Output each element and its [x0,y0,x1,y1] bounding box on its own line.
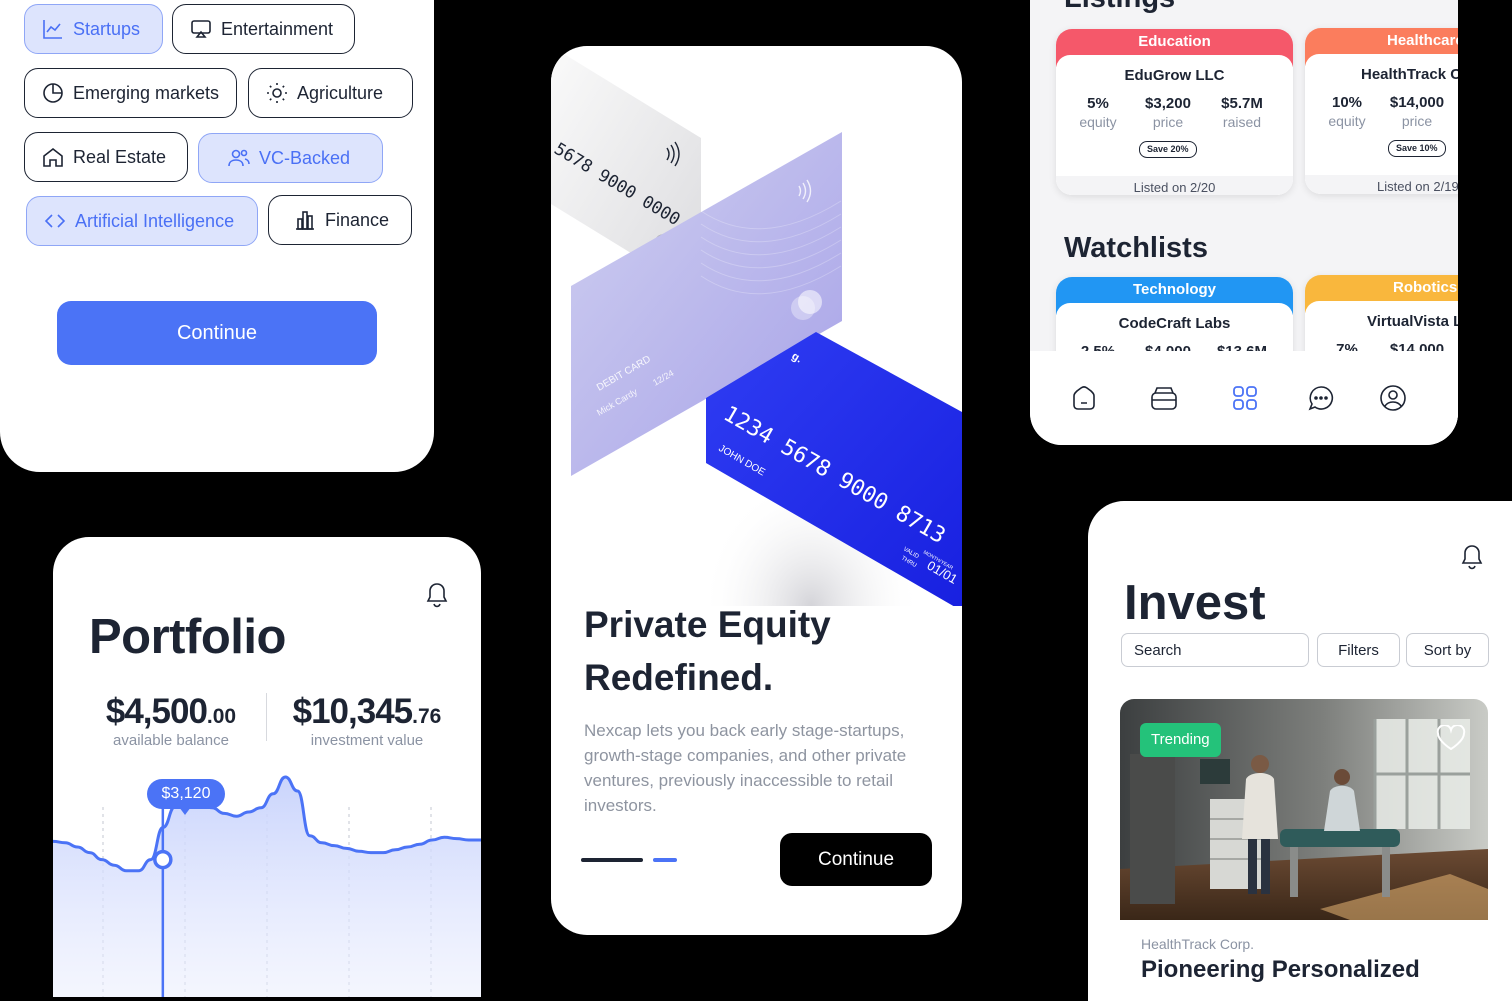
heart-icon[interactable] [1436,725,1466,751]
onboarding-card: 5678 9000 0000 DEBIT CARD Mick Cardy 12/… [551,46,962,935]
raised-label: raised [1222,114,1262,130]
chart-highlight-point[interactable] [153,849,173,870]
watchlists-heading: Watchlists [1064,232,1208,264]
company-name: CodeCraft Labs [1118,315,1231,332]
listed-date: Listed on 2/20 [1056,176,1293,195]
balance-cents: .00 [206,705,237,728]
users-icon [228,149,250,167]
home-icon [43,147,63,167]
raised-value: $5.7M [1221,95,1263,112]
chip-artificial-intelligence[interactable]: Artificial Intelligence [26,196,258,246]
home-icon[interactable] [1071,384,1097,412]
chip-label: Finance [325,209,390,230]
pie-chart-icon [43,83,63,103]
portfolio-card: Portfolio $4,500.00 available balance $1… [53,537,481,997]
continue-button[interactable]: Continue [780,833,932,886]
listings-heading: Listings [1064,0,1175,15]
save-badge: Save 10% [1388,140,1446,157]
chart-tooltip: $3,120 [147,779,225,809]
equity-value: 5% [1087,95,1109,112]
chip-label: Emerging markets [73,82,220,103]
chip-emerging-markets[interactable]: Emerging markets [24,68,237,118]
page-title: Invest [1124,576,1266,630]
sun-icon [267,83,287,103]
company-name: HealthTrack Corp. [1141,936,1255,952]
equity-label: equity [1079,114,1117,130]
equity-label: equity [1328,113,1366,129]
chip-label: Real Estate [73,146,167,167]
balance-amount: $4,500 [105,692,208,731]
trending-badge: Trending [1140,723,1221,757]
wallet-icon[interactable] [1150,385,1178,411]
divider [266,693,267,741]
available-balance: $4,500.00 available balance [96,692,246,749]
listing-card[interactable]: Education EduGrow LLC 5% equity $3,200 pri… [1056,29,1293,195]
search-placeholder: Search [1134,641,1182,659]
onboarding-title: Private Equity Redefined. [584,598,831,704]
bell-icon[interactable] [1460,543,1484,571]
chat-icon[interactable] [1308,385,1334,411]
chip-label: Agriculture [297,82,384,103]
investment-cents: .76 [412,705,442,728]
chart-line-icon [43,20,62,39]
filters-button[interactable]: Filters [1317,633,1400,667]
chip-label: Entertainment [221,18,334,39]
price-value: $3,200 [1145,95,1191,112]
grid-icon[interactable] [1232,385,1258,411]
save-badge: Save 20% [1139,141,1197,158]
listings-card: Listings Education EduGrow LLC 5%equity … [1030,0,1458,445]
title-line-2: Redefined. [584,657,774,698]
tab-bar [1030,351,1458,445]
chart-area [53,777,481,997]
price-label: price [1401,113,1433,129]
investment-label: investment value [310,732,424,749]
listing-headline[interactable]: Pioneering Personalized [1141,956,1420,984]
chip-startups[interactable]: Startups [24,4,163,54]
chip-entertainment[interactable]: Entertainment [172,4,355,54]
chip-label: VC-Backed [259,147,351,168]
chip-label: Startups [73,18,141,39]
listed-date: Listed on 2/19 [1305,175,1458,194]
continue-button[interactable]: Continue [57,301,377,365]
bar-chart-icon [296,211,314,230]
portfolio-chart[interactable] [53,767,481,997]
page-dot[interactable] [653,858,677,862]
search-input[interactable]: Search [1121,633,1309,667]
chip-agriculture[interactable]: Agriculture [248,68,413,118]
price-label: price [1152,114,1184,130]
investment-amount: $10,345 [292,692,414,731]
listing-card[interactable]: Healthcare HealthTrack C 10% equity $14,0… [1305,28,1458,194]
cards-illustration: 5678 9000 0000 DEBIT CARD Mick Cardy 12/… [551,46,962,606]
interests-card: Startups Entertainment Emerging markets … [0,0,434,472]
onboarding-description: Nexcap lets you back early stage-startup… [584,721,907,815]
tooltip-value: $3,120 [161,785,211,802]
airplay-icon [191,20,211,38]
company-name: HealthTrack C [1361,66,1458,83]
investment-value: $10,345.76 investment value [281,692,453,749]
equity-value: 10% [1331,94,1363,111]
bell-icon[interactable] [425,581,449,609]
chip-vc-backed[interactable]: VC-Backed [198,133,383,183]
sort-button[interactable]: Sort by [1406,633,1489,667]
code-icon [44,214,66,228]
company-name: VirtualVista L [1367,313,1458,330]
page-title: Portfolio [89,610,286,664]
invest-card: Invest Search Filters Sort by Trending H… [1088,501,1512,1001]
balance-label: available balance [113,732,229,749]
price-value: $14,000 [1389,94,1445,111]
tooltip-pointer [179,807,191,815]
title-line-1: Private Equity [584,604,831,645]
listing-photo[interactable]: Trending [1120,699,1488,920]
company-name: EduGrow LLC [1124,67,1225,84]
chip-real-estate[interactable]: Real Estate [24,132,188,182]
chip-label: Artificial Intelligence [75,210,235,231]
chip-finance[interactable]: Finance [268,195,412,245]
page-dot-active[interactable] [581,858,643,862]
profile-icon[interactable] [1379,384,1407,412]
